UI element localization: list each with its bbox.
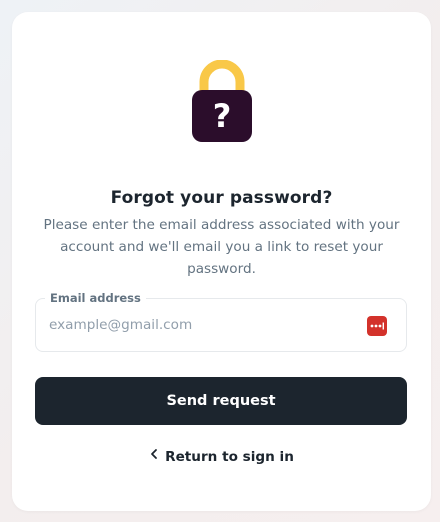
- question-mark-symbol: ?: [212, 97, 231, 135]
- email-input[interactable]: [49, 299, 349, 351]
- return-to-sign-in-label: Return to sign in: [165, 449, 294, 465]
- return-to-sign-in-link[interactable]: Return to sign in: [12, 448, 431, 465]
- password-manager-icon[interactable]: [367, 316, 387, 336]
- page-description: Please enter the email address associate…: [43, 217, 400, 277]
- chevron-left-icon: [149, 448, 159, 464]
- send-request-button[interactable]: Send request: [35, 377, 407, 425]
- lock-question-icon: ?: [188, 59, 256, 144]
- email-field[interactable]: Email address: [35, 291, 407, 352]
- forgot-password-card: ? Forgot your password? Please enter the…: [12, 12, 431, 511]
- page-title: Forgot your password?: [110, 188, 333, 208]
